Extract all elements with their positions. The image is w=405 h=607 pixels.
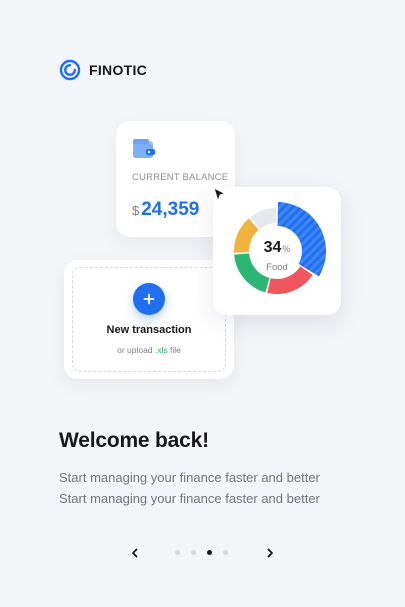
welcome-title: Welcome back! (59, 429, 209, 452)
balance-number: 24,359 (141, 199, 200, 220)
upload-hint-prefix: or upload (117, 345, 155, 355)
wallet-icon (133, 139, 155, 158)
swirl-logo-icon (59, 59, 81, 81)
chevron-right-icon (267, 548, 273, 558)
plus-icon (143, 293, 155, 305)
currency-symbol: $ (132, 203, 140, 218)
donut-center-value: 34% (213, 239, 341, 257)
upload-file-extension: .xls (154, 345, 168, 355)
new-transaction-card[interactable]: New transaction or upload .xls file (64, 260, 234, 379)
page-dot-1[interactable] (175, 550, 180, 555)
add-transaction-button[interactable] (133, 283, 165, 315)
spending-donut-card: 34% Food (213, 187, 341, 315)
page-dot-2[interactable] (191, 550, 196, 555)
previous-page-button[interactable] (125, 543, 145, 563)
donut-percent-number: 34 (263, 239, 282, 256)
welcome-subtitle-line-1: Start managing your finance faster and b… (59, 470, 320, 485)
page-dot-4[interactable] (223, 550, 228, 555)
upload-hint: or upload .xls file (64, 345, 234, 355)
page-indicator (175, 550, 228, 555)
brand: FINOTIC (59, 59, 147, 81)
welcome-subtitle-line-2: Start managing your finance faster and b… (59, 491, 320, 506)
mouse-pointer-icon (213, 187, 227, 203)
donut-percent-unit: % (282, 244, 291, 254)
next-page-button[interactable] (260, 543, 280, 563)
balance-amount: $24,359 (132, 199, 199, 221)
chevron-left-icon (132, 548, 138, 558)
page-dot-3[interactable] (207, 550, 212, 555)
balance-label: CURRENT BALANCE (132, 172, 229, 183)
new-transaction-title: New transaction (106, 324, 192, 336)
brand-name: FINOTIC (89, 62, 148, 78)
upload-hint-suffix: file (167, 345, 181, 355)
donut-center-label: Food (266, 262, 288, 273)
